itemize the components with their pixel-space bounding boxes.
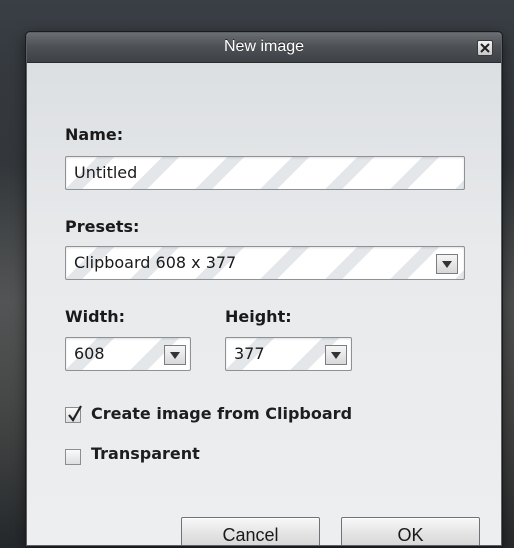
- presets-value: Clipboard 608 x 377: [74, 253, 237, 272]
- presets-select[interactable]: Clipboard 608 x 377: [65, 246, 465, 280]
- height-select[interactable]: 377: [225, 337, 352, 371]
- dialog-title: New image: [223, 38, 305, 55]
- clipboard-checkbox-label[interactable]: Create image from Clipboard: [91, 404, 352, 423]
- close-button[interactable]: [477, 40, 493, 56]
- cancel-button[interactable]: Cancel: [181, 517, 320, 545]
- transparent-checkbox[interactable]: [65, 449, 81, 465]
- name-label: Name:: [65, 125, 124, 144]
- height-dropdown-button[interactable]: [325, 345, 347, 365]
- width-dropdown-button[interactable]: [164, 345, 186, 365]
- dialog-body: Name: Untitled Presets: Clipboard 608 x …: [27, 63, 501, 545]
- name-input[interactable]: Untitled: [65, 156, 465, 190]
- height-value: 377: [234, 344, 265, 363]
- clipboard-checkbox[interactable]: [65, 405, 82, 423]
- width-value: 608: [74, 344, 105, 363]
- chevron-down-icon: [170, 352, 180, 359]
- close-icon: [480, 43, 490, 53]
- width-select[interactable]: 608: [65, 337, 191, 371]
- presets-dropdown-button[interactable]: [436, 254, 458, 274]
- presets-label: Presets:: [65, 217, 140, 236]
- new-image-dialog: New image Name: Untitled Presets: Clipbo…: [26, 32, 502, 546]
- width-label: Width:: [65, 307, 126, 326]
- chevron-down-icon: [442, 261, 452, 268]
- height-label: Height:: [225, 307, 292, 326]
- transparent-checkbox-label[interactable]: Transparent: [91, 444, 200, 463]
- chevron-down-icon: [331, 352, 341, 359]
- title-bar[interactable]: New image: [27, 33, 501, 63]
- checkmark-icon: [68, 405, 82, 422]
- ok-button[interactable]: OK: [341, 517, 480, 545]
